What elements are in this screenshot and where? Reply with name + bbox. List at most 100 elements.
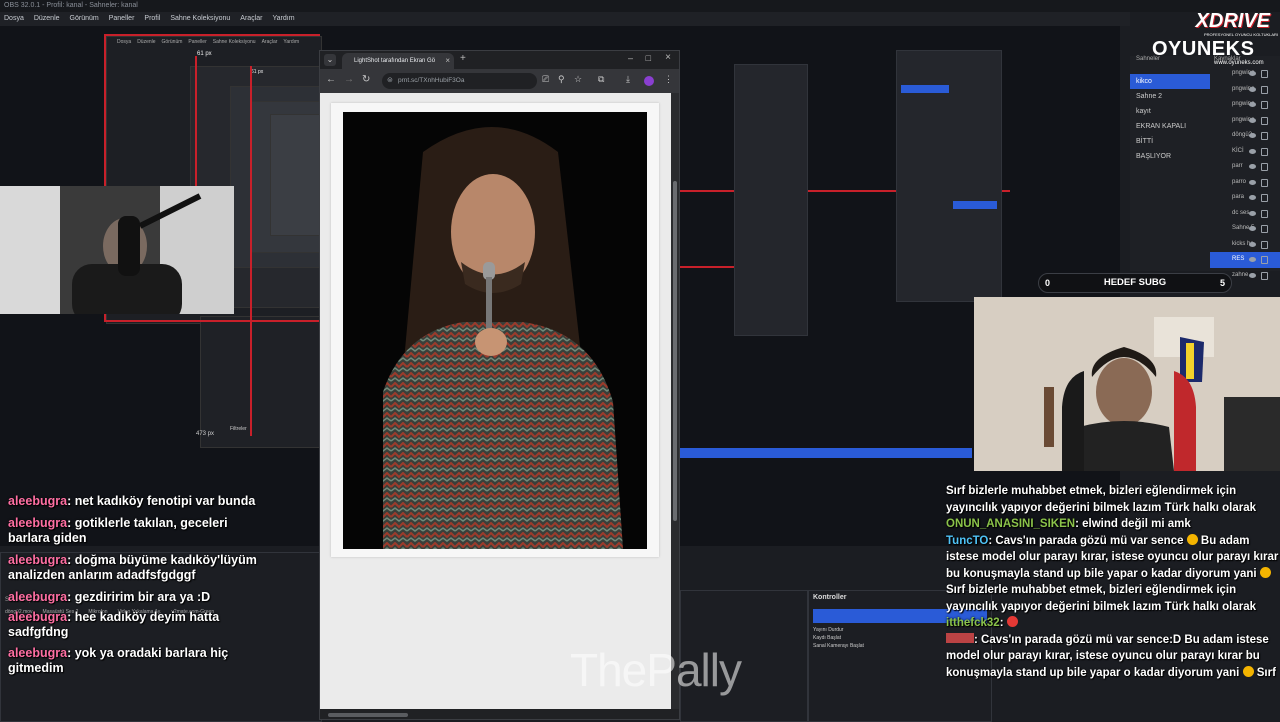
vertical-scrollbar[interactable] <box>671 93 679 709</box>
source-item[interactable]: kicks he <box>1210 237 1280 253</box>
source-item[interactable]: pngwing <box>1210 82 1280 98</box>
scene-item-ekran-kapali[interactable]: EKRAN KAPALI <box>1130 119 1210 134</box>
close-tab-icon[interactable]: × <box>445 53 450 69</box>
lock-icon[interactable] <box>1261 194 1268 202</box>
download-icon[interactable]: ⤓ <box>626 74 630 85</box>
filters-label[interactable]: Filtreler <box>230 426 247 432</box>
lock-icon[interactable] <box>1261 101 1268 109</box>
laughing-emoji-icon <box>1186 533 1198 545</box>
px-label: 61 px <box>197 51 212 57</box>
chat-message: : Cavs'ın parada gözü mü var sence:D Bu … <box>946 632 1276 679</box>
source-item[interactable]: parro <box>1210 175 1280 191</box>
tab-list-icon[interactable]: ⌄ <box>324 54 336 66</box>
menu-kebab-icon[interactable]: ⋮ <box>664 74 673 85</box>
eye-icon[interactable] <box>1249 117 1256 123</box>
eye-icon[interactable] <box>1249 226 1256 231</box>
goal-target: 5 <box>1219 278 1225 288</box>
nested-scenes-dock-2 <box>896 50 1002 302</box>
scene-item-bitti[interactable]: BİTTİ <box>1130 134 1210 149</box>
source-item[interactable]: döngü2 <box>1210 128 1280 144</box>
px-label: 473 px <box>196 431 215 437</box>
new-tab-button[interactable]: + <box>460 53 466 64</box>
scrollbar-thumb[interactable] <box>673 181 677 521</box>
menu-profile[interactable]: Profil <box>144 12 160 26</box>
screen-cast-icon[interactable]: ⎚ <box>542 74 549 85</box>
source-item-selected[interactable]: RES <box>1210 252 1280 268</box>
lock-icon[interactable] <box>1261 132 1268 140</box>
menu-docks[interactable]: Paneller <box>109 12 135 26</box>
lock-icon[interactable] <box>1261 209 1268 218</box>
controls-label: Kontroller <box>813 594 847 601</box>
source-item[interactable]: KİCİ <box>1210 144 1280 160</box>
screenshot-image[interactable] <box>343 112 647 549</box>
reload-icon[interactable]: ↻ <box>362 74 370 85</box>
nested-scenes-dock <box>734 64 808 336</box>
chat-username-hidden <box>946 632 974 643</box>
laughing-emoji-icon <box>1259 566 1271 578</box>
extensions-icon[interactable]: ⧉ <box>598 74 604 85</box>
lock-icon[interactable] <box>1261 178 1268 187</box>
eye-icon[interactable] <box>1249 272 1256 278</box>
lock-icon[interactable] <box>1261 256 1268 264</box>
guide-line <box>106 320 320 322</box>
eye-icon[interactable] <box>1249 164 1256 169</box>
lock-icon[interactable] <box>1261 271 1268 280</box>
source-item[interactable]: para <box>1210 190 1280 206</box>
source-item[interactable]: Sahne 5 <box>1210 221 1280 237</box>
chat-message: ONUN_ANASINI_SIKEN: elwind değil mi amk <box>946 518 1191 530</box>
close-window-icon[interactable]: × <box>665 52 671 63</box>
eye-icon[interactable] <box>1249 71 1256 76</box>
tab-strip: ⌄ LightShot tarafından Ekran Gö × + – □ … <box>320 51 679 69</box>
menu-file[interactable]: Dosya <box>4 12 24 26</box>
lock-icon[interactable] <box>1261 225 1268 233</box>
menu-edit[interactable]: Düzenle <box>34 12 60 26</box>
back-icon[interactable]: ← <box>326 74 336 85</box>
start-virtualcam-label[interactable]: Sanal Kamerayı Başlat <box>813 643 864 649</box>
eye-icon[interactable] <box>1249 133 1256 138</box>
lock-icon[interactable] <box>1261 116 1268 125</box>
scene-item-kikco[interactable]: kikco <box>1130 74 1210 89</box>
nested-mixer <box>200 316 322 448</box>
profile-avatar[interactable] <box>644 76 654 86</box>
xdrive-logo-text: XDRIVE <box>1195 10 1270 32</box>
source-item[interactable]: pngwing <box>1210 97 1280 113</box>
maximize-icon[interactable]: □ <box>646 53 651 63</box>
lock-icon[interactable] <box>1261 85 1268 94</box>
source-item[interactable]: parr <box>1210 159 1280 175</box>
horizontal-scrollbar[interactable] <box>328 713 408 717</box>
start-recording-label[interactable]: Kaydı Başlat <box>813 635 841 641</box>
lock-icon[interactable] <box>1261 240 1268 249</box>
bookmark-star-icon[interactable]: ☆ <box>574 74 582 85</box>
site-info-icon[interactable]: ⊜ <box>387 73 393 89</box>
tab-lightshot[interactable]: LightShot tarafından Ekran Gö × <box>342 53 454 69</box>
chat-message: Sırf bizlerle muhabbet etmek, bizleri eğ… <box>946 485 1256 514</box>
zoom-icon[interactable]: ⚲ <box>558 74 565 85</box>
minimize-icon[interactable]: – <box>628 53 633 63</box>
nested-menubar: Dosya Düzenle Görünüm Paneller Sahne Kol… <box>117 39 300 45</box>
address-bar[interactable]: ⊜ prnt.sc/TXnhHubiF3Oa <box>382 73 537 89</box>
oyuneks-logo-text: OYUNEKS <box>1152 38 1255 60</box>
lock-icon[interactable] <box>1261 70 1268 78</box>
eye-icon[interactable] <box>1249 148 1256 154</box>
menu-tools[interactable]: Araçlar <box>240 12 262 26</box>
eye-icon[interactable] <box>1249 195 1256 200</box>
chat-message: itthefck32: <box>946 615 1280 632</box>
eye-icon[interactable] <box>1249 241 1256 247</box>
menu-help[interactable]: Yardım <box>272 12 294 26</box>
source-item[interactable]: dc ses <box>1210 206 1280 222</box>
menu-scene-collection[interactable]: Sahne Koleksiyonu <box>170 12 230 26</box>
source-item[interactable]: pngwing <box>1210 113 1280 129</box>
menu-view[interactable]: Görünüm <box>70 12 99 26</box>
forward-icon[interactable]: → <box>344 74 354 85</box>
scene-item-kayit[interactable]: kayıt <box>1130 104 1210 119</box>
eye-icon[interactable] <box>1249 257 1256 262</box>
scene-item-sahne2[interactable]: Sahne 2 <box>1130 89 1210 104</box>
eye-icon[interactable] <box>1249 179 1256 185</box>
eye-icon[interactable] <box>1249 102 1256 107</box>
lock-icon[interactable] <box>1261 147 1268 156</box>
scene-item-basliyor[interactable]: BAŞLIYOR <box>1130 149 1210 164</box>
eye-icon[interactable] <box>1249 210 1256 216</box>
webcam-feed-right <box>974 297 1280 471</box>
lock-icon[interactable] <box>1261 163 1268 171</box>
eye-icon[interactable] <box>1249 86 1256 92</box>
